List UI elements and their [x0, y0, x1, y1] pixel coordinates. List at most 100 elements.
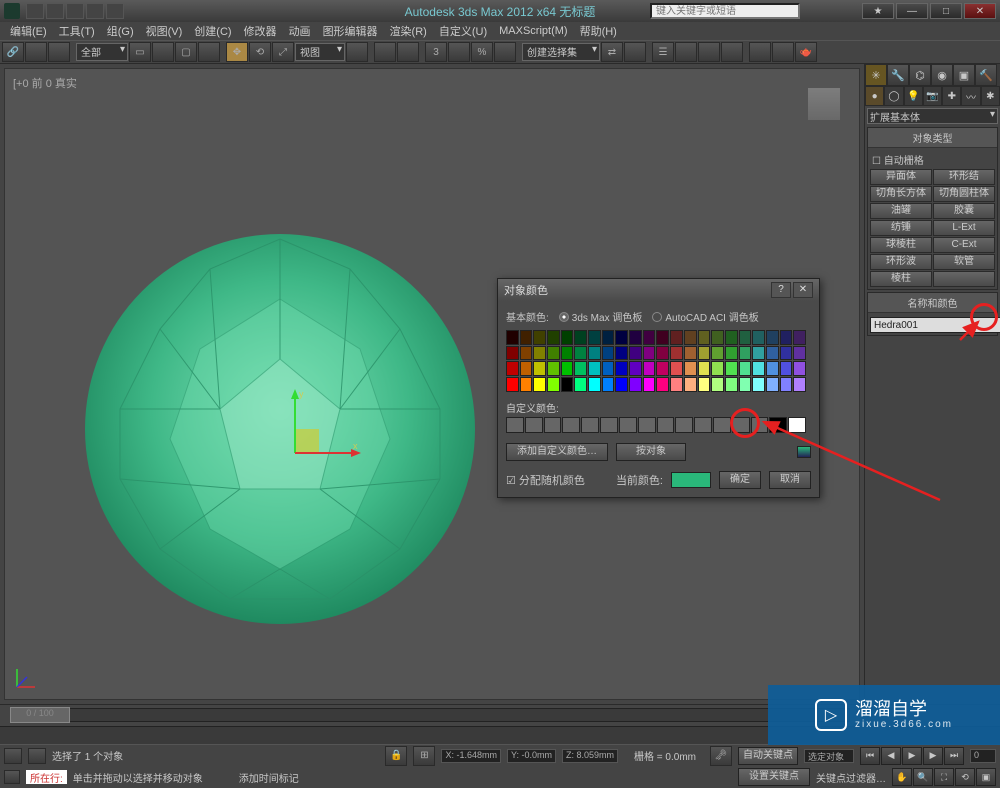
percent-snap-icon[interactable]: %: [471, 42, 493, 62]
palette-swatch[interactable]: [547, 377, 560, 392]
subtab-cameras-icon[interactable]: 📷: [923, 86, 942, 106]
prev-frame-icon[interactable]: ◀: [881, 747, 901, 765]
palette-swatch[interactable]: [739, 346, 752, 361]
tab-display-icon[interactable]: ▣: [953, 64, 975, 86]
scale-icon[interactable]: ⤢: [272, 42, 294, 62]
palette-swatch[interactable]: [615, 346, 628, 361]
unlink-icon[interactable]: [25, 42, 47, 62]
obj-btn-oiltank[interactable]: 油罐: [870, 203, 932, 219]
hedra-object[interactable]: [80, 229, 480, 629]
coord-y[interactable]: Y: -0.0mm: [507, 749, 556, 763]
palette-swatch[interactable]: [739, 377, 752, 392]
radio-3dsmax-palette[interactable]: 3ds Max 调色板: [559, 309, 643, 324]
subtab-geometry-icon[interactable]: ●: [865, 86, 884, 106]
bind-icon[interactable]: [48, 42, 70, 62]
palette-swatch[interactable]: [615, 330, 628, 345]
layers-icon[interactable]: ☰: [652, 42, 674, 62]
goto-end-icon[interactable]: ⏭: [944, 747, 964, 765]
selection-filter-dropdown[interactable]: 全部: [76, 43, 128, 61]
palette-swatch[interactable]: [588, 330, 601, 345]
sel-lock-icon[interactable]: [374, 42, 396, 62]
palette-swatch[interactable]: [793, 346, 806, 361]
rollout-header[interactable]: 对象类型: [868, 128, 997, 148]
palette-swatch[interactable]: [588, 346, 601, 361]
add-custom-button[interactable]: 添加自定义颜色…: [506, 443, 608, 461]
palette-swatch[interactable]: [656, 346, 669, 361]
time-slider-handle[interactable]: 0 / 100: [10, 707, 70, 723]
custom-swatch-white[interactable]: [788, 417, 806, 433]
ref-coord-dropdown[interactable]: 视图: [295, 43, 345, 61]
obj-btn-prism[interactable]: 棱柱: [870, 271, 932, 287]
palette-swatch[interactable]: [670, 346, 683, 361]
add-time-tag[interactable]: 添加时间标记: [239, 770, 299, 785]
palette-swatch[interactable]: [533, 330, 546, 345]
palette-swatch[interactable]: [698, 361, 711, 376]
by-object-button[interactable]: 按对象: [616, 443, 686, 461]
custom-swatch[interactable]: [675, 417, 693, 433]
palette-swatch[interactable]: [547, 330, 560, 345]
palette-swatch[interactable]: [711, 330, 724, 345]
custom-swatch[interactable]: [657, 417, 675, 433]
palette-swatch[interactable]: [656, 330, 669, 345]
custom-swatch[interactable]: [713, 417, 731, 433]
palette-swatch[interactable]: [766, 330, 779, 345]
qat-save-icon[interactable]: [66, 3, 84, 19]
help-drop-icon[interactable]: ★: [862, 3, 894, 19]
palette-swatch[interactable]: [643, 330, 656, 345]
script-listener-icon[interactable]: [4, 748, 22, 764]
palette-swatch[interactable]: [533, 361, 546, 376]
radio-acad-palette[interactable]: AutoCAD ACI 调色板: [652, 309, 758, 324]
palette-swatch[interactable]: [656, 361, 669, 376]
palette-swatch[interactable]: [629, 377, 642, 392]
palette-swatch[interactable]: [520, 377, 533, 392]
palette-swatch[interactable]: [670, 361, 683, 376]
palette-swatch[interactable]: [629, 346, 642, 361]
palette-swatch[interactable]: [780, 377, 793, 392]
palette-swatch[interactable]: [629, 330, 642, 345]
palette-swatch[interactable]: [602, 330, 615, 345]
palette-swatch[interactable]: [684, 330, 697, 345]
palette-swatch[interactable]: [793, 377, 806, 392]
obj-btn-chamfercyl[interactable]: 切角圆柱体: [933, 186, 995, 202]
palette-swatch[interactable]: [711, 346, 724, 361]
subtab-lights-icon[interactable]: 💡: [904, 86, 923, 106]
subtab-systems-icon[interactable]: ✱: [981, 86, 1000, 106]
qat-new-icon[interactable]: [26, 3, 44, 19]
menu-views[interactable]: 视图(V): [140, 21, 189, 41]
custom-swatch[interactable]: [732, 417, 750, 433]
palette-swatch[interactable]: [670, 330, 683, 345]
menu-tools[interactable]: 工具(T): [53, 21, 101, 41]
custom-swatch-black[interactable]: [769, 417, 787, 433]
palette-swatch[interactable]: [670, 377, 683, 392]
close-button[interactable]: ✕: [964, 3, 996, 19]
palette-swatch[interactable]: [780, 361, 793, 376]
auto-key-button[interactable]: 自动关键点: [738, 747, 798, 765]
select-name-icon[interactable]: [152, 42, 174, 62]
palette-swatch[interactable]: [766, 346, 779, 361]
palette-swatch[interactable]: [602, 346, 615, 361]
palette-swatch[interactable]: [656, 377, 669, 392]
menu-animation[interactable]: 动画: [283, 21, 317, 41]
named-sel-dropdown[interactable]: 创建选择集: [522, 43, 600, 61]
tab-modify-icon[interactable]: 🔧: [887, 64, 909, 86]
menu-edit[interactable]: 编辑(E): [4, 21, 53, 41]
object-name-input[interactable]: [870, 317, 1000, 333]
palette-swatch[interactable]: [533, 346, 546, 361]
palette-swatch[interactable]: [643, 346, 656, 361]
palette-swatch[interactable]: [561, 346, 574, 361]
auto-grid-checkbox[interactable]: ☐ 自动栅格: [870, 150, 995, 169]
palette-swatch[interactable]: [684, 377, 697, 392]
palette-swatch[interactable]: [574, 330, 587, 345]
mirror-icon[interactable]: ⇄: [601, 42, 623, 62]
palette-swatch[interactable]: [711, 377, 724, 392]
palette-swatch[interactable]: [643, 361, 656, 376]
palette-swatch[interactable]: [574, 377, 587, 392]
palette-swatch[interactable]: [739, 330, 752, 345]
palette-swatch[interactable]: [752, 377, 765, 392]
palette-swatch[interactable]: [739, 361, 752, 376]
tab-create-icon[interactable]: ✳: [865, 64, 887, 86]
time-track[interactable]: [10, 708, 850, 722]
palette-swatch[interactable]: [684, 361, 697, 376]
obj-btn-lext[interactable]: L-Ext: [933, 220, 995, 236]
palette-swatch[interactable]: [602, 377, 615, 392]
